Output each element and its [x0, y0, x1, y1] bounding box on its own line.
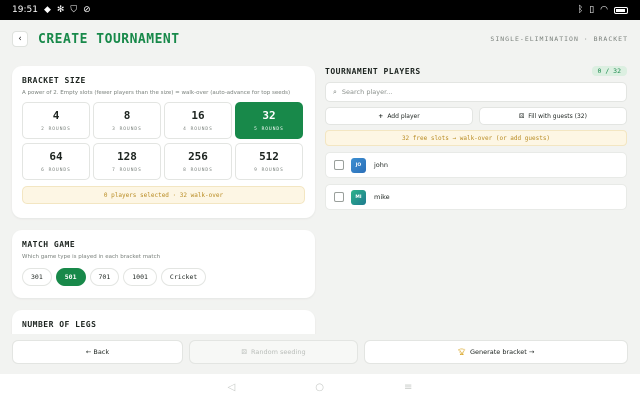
player-actions: + Add player ⚄ Fill with guests (32)	[325, 107, 627, 125]
shield-icon: ⛉	[70, 4, 78, 15]
bracket-size-description: A power of 2. Empty slots (fewer players…	[22, 90, 291, 96]
match-game-description: Which game type is played in each bracke…	[22, 254, 161, 260]
players-title: TOURNAMENT PLAYERS	[325, 66, 421, 76]
bracket-rounds-label: 3 ROUNDS	[112, 127, 142, 132]
back-label: ← Back	[85, 348, 110, 356]
match-game-card: MATCH GAME Which game type is played in …	[12, 230, 315, 298]
fill-guests-button[interactable]: ⚄ Fill with guests (32)	[479, 107, 627, 125]
bracket-size-option[interactable]: 16 4 ROUNDS	[164, 102, 232, 139]
bracket-rounds-label: 2 ROUNDS	[41, 127, 71, 132]
page-title: CREATE TOURNAMENT	[38, 31, 180, 47]
blocked-icon: ⊘	[83, 4, 91, 15]
player-checkbox[interactable]	[334, 160, 344, 170]
dice-icon: ⚄	[519, 112, 525, 120]
player-row-john[interactable]: JO john	[325, 152, 627, 178]
status-time: 19:51	[12, 5, 38, 15]
avatar-initials: MI	[355, 194, 362, 200]
bracket-size-option[interactable]: 8 3 ROUNDS	[93, 102, 161, 139]
vibrate-icon: ▯	[589, 4, 595, 15]
app-header: ‹ CREATE TOURNAMENT SINGLE-ELIMINATION ·…	[0, 20, 640, 58]
random-seeding-button[interactable]: ⚄ Random seeding	[189, 340, 358, 364]
battery-icon	[614, 6, 628, 14]
android-notification-icon: ◆	[43, 4, 51, 15]
bracket-info-banner: 0 players selected · 32 walk-over	[22, 186, 305, 204]
bracket-size-title: BRACKET SIZE	[22, 76, 86, 85]
add-player-label: Add player	[387, 112, 420, 120]
bracket-rounds-label: 6 ROUNDS	[41, 168, 71, 173]
back-nav-button[interactable]: ← Back	[12, 340, 183, 364]
bracket-size-value: 4	[52, 109, 60, 122]
bracket-rounds-label: 8 ROUNDS	[183, 168, 213, 173]
bracket-size-option[interactable]: 256 8 ROUNDS	[164, 143, 232, 180]
bracket-size-option[interactable]: 128 7 ROUNDS	[93, 143, 161, 180]
bracket-size-option[interactable]: 64 6 ROUNDS	[22, 143, 90, 180]
free-slots-banner: 32 free slots → walk-over (or add guests…	[325, 130, 627, 146]
bracket-size-value: 8	[123, 109, 131, 122]
dice-icon: ⚄	[241, 348, 248, 356]
match-game-options: 301 501 701 1001 Cricket	[22, 268, 305, 286]
back-button[interactable]: ‹	[12, 31, 28, 47]
bracket-size-grid: 4 2 ROUNDS 8 3 ROUNDS 16 4 ROUNDS 32 5 ROUND…	[22, 102, 305, 180]
player-name: john	[374, 161, 389, 169]
trophy-icon: 🏆︎	[457, 348, 466, 356]
bracket-rounds-label: 4 ROUNDS	[183, 127, 213, 132]
bracket-size-card: BRACKET SIZE A power of 2. Empty slots (…	[12, 66, 315, 218]
game-option-701[interactable]: 701	[89, 268, 120, 286]
bracket-size-value: 128	[117, 150, 137, 163]
game-option-301[interactable]: 301	[22, 268, 52, 286]
bracket-rounds-label: 7 ROUNDS	[112, 168, 142, 173]
bracket-size-option[interactable]: 512 9 ROUNDS	[235, 143, 303, 180]
players-header: TOURNAMENT PLAYERS 0 / 32	[325, 64, 627, 78]
bracket-rounds-label: 9 ROUNDS	[254, 168, 284, 173]
search-icon: ⌕	[333, 87, 337, 96]
game-option-501[interactable]: 501	[55, 268, 86, 286]
match-game-title: MATCH GAME	[22, 240, 76, 249]
bracket-size-value: 256	[188, 150, 208, 163]
generate-bracket-button[interactable]: 🏆︎ Generate bracket →	[364, 340, 628, 364]
player-name: mike	[374, 193, 390, 201]
bracket-size-value: 64	[49, 150, 63, 163]
generate-bracket-label: Generate bracket →	[469, 348, 535, 356]
nav-home-icon[interactable]: ○	[315, 382, 324, 393]
nav-back-icon[interactable]: ◁	[228, 382, 236, 393]
bracket-size-option[interactable]: 4 2 ROUNDS	[22, 102, 90, 139]
player-row-mike[interactable]: MI mike	[325, 184, 627, 210]
status-bar: 19:51 ◆ ✻ ⛉ ⊘ ᛒ ▯ ◠	[0, 0, 640, 20]
mode-label: SINGLE-ELIMINATION · BRACKET	[490, 35, 628, 43]
avatar-initials: JO	[355, 162, 362, 168]
player-search[interactable]: ⌕	[325, 82, 627, 102]
plus-icon: +	[378, 112, 384, 120]
bracket-size-option-selected[interactable]: 32 5 ROUNDS	[235, 102, 303, 139]
avatar: MI	[351, 189, 366, 205]
search-input[interactable]	[341, 88, 602, 96]
fill-guests-label: Fill with guests (32)	[528, 112, 587, 120]
players-counter: 0 / 32	[591, 66, 627, 76]
game-option-cricket[interactable]: Cricket	[160, 268, 207, 286]
nav-recents-icon[interactable]: ≡	[404, 382, 412, 393]
system-nav-bar: ◁ ○ ≡	[0, 374, 640, 400]
gear-icon: ✻	[56, 4, 65, 15]
player-checkbox[interactable]	[334, 192, 344, 202]
chevron-left-icon: ‹	[18, 34, 22, 44]
wifi-icon: ◠	[600, 4, 608, 15]
bottom-action-bar: ← Back ⚄ Random seeding 🏆︎ Generate brac…	[0, 334, 640, 374]
avatar: JO	[351, 157, 366, 173]
bracket-size-value: 16	[191, 109, 205, 122]
add-player-button[interactable]: + Add player	[325, 107, 473, 125]
legs-title: NUMBER OF LEGS	[22, 320, 97, 329]
bracket-size-value: 512	[259, 150, 279, 163]
bracket-rounds-label: 5 ROUNDS	[254, 127, 284, 132]
bluetooth-icon: ᛒ	[577, 4, 584, 15]
random-seeding-label: Random seeding	[251, 348, 306, 356]
bracket-size-value: 32	[262, 109, 276, 122]
game-option-1001[interactable]: 1001	[123, 268, 157, 286]
